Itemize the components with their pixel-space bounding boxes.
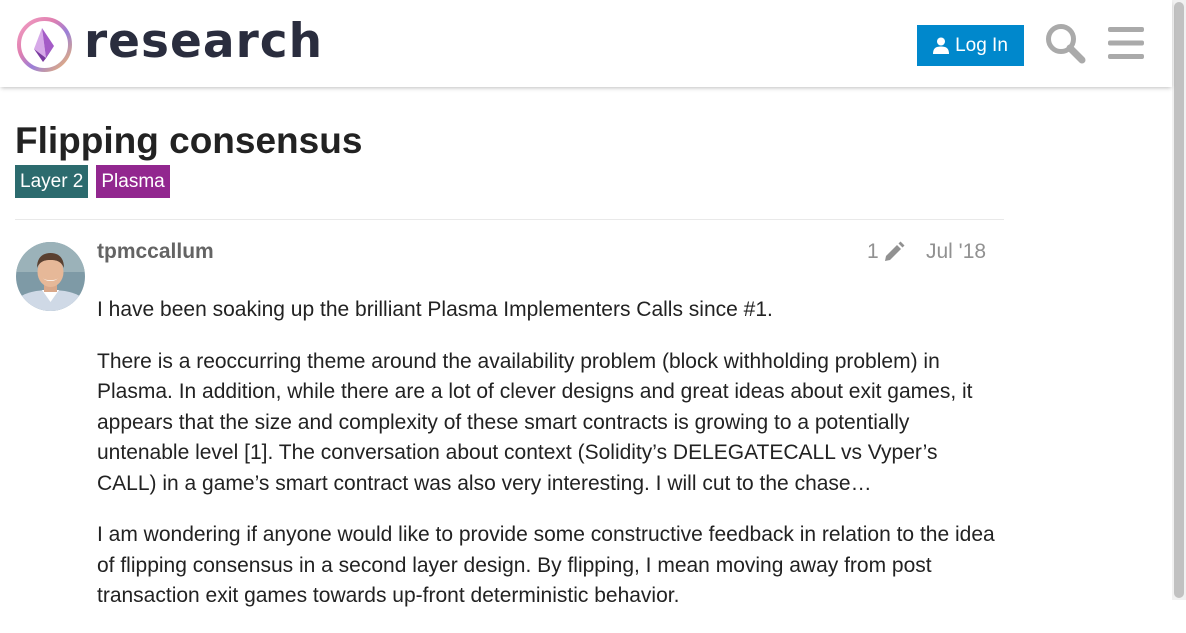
avatar[interactable]	[16, 242, 85, 311]
site-logo[interactable]: research	[16, 14, 322, 74]
divider	[15, 219, 1004, 220]
post-body: I have been soaking up the brilliant Pla…	[97, 295, 997, 633]
login-label: Log In	[955, 34, 1008, 56]
scrollbar-thumb[interactable]	[1174, 2, 1184, 598]
logo-text: research	[84, 14, 324, 69]
page-scrollbar[interactable]	[1172, 0, 1186, 600]
post-paragraph: I am wondering if anyone would like to p…	[97, 523, 995, 607]
pencil-icon	[884, 241, 905, 261]
post-date[interactable]: Jul '18	[926, 240, 986, 264]
hamburger-menu-icon[interactable]	[1106, 24, 1146, 62]
post-paragraph: There is a reoccurring theme around the …	[97, 349, 973, 495]
ethereum-research-logo-icon	[17, 17, 72, 72]
user-icon	[933, 37, 950, 54]
post-username[interactable]: tpmccallum	[97, 240, 214, 264]
search-icon[interactable]	[1044, 22, 1086, 64]
tag-layer-2[interactable]: Layer 2	[15, 165, 89, 198]
user-avatar-icon	[16, 242, 85, 311]
edit-history[interactable]: 1	[867, 240, 905, 264]
topic-tags: Layer 2 Plasma	[15, 165, 170, 198]
edit-count: 1	[867, 240, 879, 263]
tag-plasma[interactable]: Plasma	[96, 165, 170, 198]
login-button[interactable]: Log In	[917, 25, 1024, 66]
site-header: research Log In	[0, 0, 1172, 87]
post-paragraph: I have been soaking up the brilliant Pla…	[97, 298, 773, 321]
topic-title[interactable]: Flipping consensus	[15, 119, 362, 163]
